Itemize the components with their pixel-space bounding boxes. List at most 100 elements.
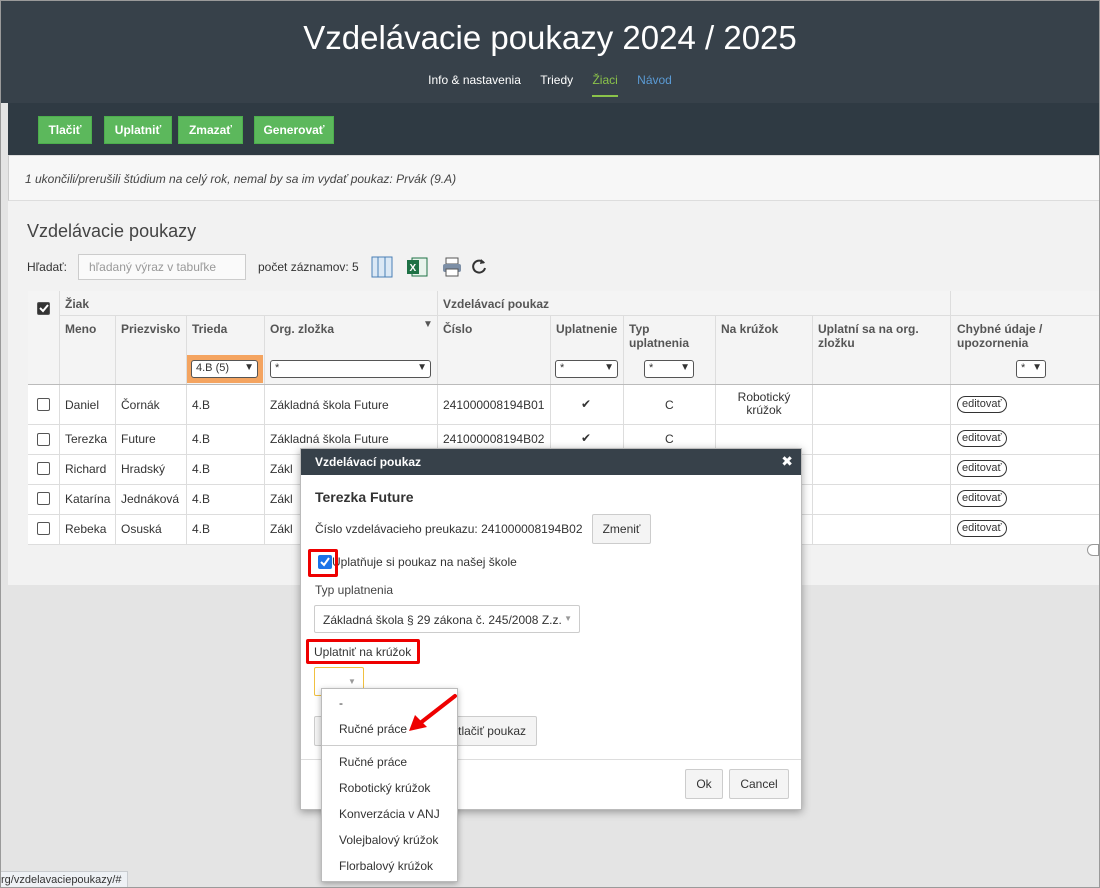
option-rucne-prace[interactable]: Ručné práce xyxy=(339,722,407,736)
arrow-annotation-icon xyxy=(409,694,457,731)
cell-trieda: 4.B xyxy=(192,398,211,412)
filter-uplatnenie[interactable]: * ▼ xyxy=(555,360,618,378)
uplatnuje-label: Uplatňuje si poukaz na našej škole xyxy=(332,555,517,569)
cell-trieda: 4.B xyxy=(192,522,211,536)
svg-text:X: X xyxy=(410,263,417,274)
option-florbal[interactable]: Florbalový krúžok xyxy=(339,859,433,873)
col-kruzok[interactable]: Na krúžok xyxy=(721,322,778,336)
generate-button[interactable]: Generovať xyxy=(254,116,334,144)
cell-priezvisko: Future xyxy=(121,432,156,446)
row-checkbox[interactable] xyxy=(37,433,50,446)
cell-org: Zákl xyxy=(270,522,293,536)
printer-icon[interactable] xyxy=(441,256,463,278)
cell-meno: Katarína xyxy=(65,492,111,506)
cell-typ: C xyxy=(665,432,674,446)
col-org[interactable]: Org. zložka xyxy=(270,322,334,336)
filter-chybne[interactable]: * ▼ xyxy=(1016,360,1046,378)
notice-bar: 1 ukončili/prerušili štúdium na celý rok… xyxy=(8,155,1099,201)
option-empty[interactable]: - xyxy=(339,696,343,710)
action-toolbar: Tlačiť Uplatniť Zmazať Generovať xyxy=(8,103,1099,155)
refresh-icon[interactable] xyxy=(470,257,488,275)
nav-ziaci[interactable]: Žiaci xyxy=(592,73,618,97)
cell-cislo: 241000008194B01 xyxy=(443,398,545,412)
edit-button[interactable]: editovať xyxy=(957,520,1007,537)
cell-priezvisko: Čornák xyxy=(121,398,160,412)
cell-meno: Daniel xyxy=(65,398,100,412)
record-count: počet záznamov: 5 xyxy=(258,260,359,274)
option-rucne-prace[interactable]: Ručné práce xyxy=(339,755,407,769)
col-uplatnenie[interactable]: Uplatnenie xyxy=(556,322,617,336)
group-poukaz: Vzdelávací poukaz xyxy=(443,297,550,311)
print-button[interactable]: Tlačiť xyxy=(38,116,92,144)
ok-button[interactable]: Ok xyxy=(685,769,723,799)
row-checkbox[interactable] xyxy=(37,492,50,505)
cell-org: Základná škola Future xyxy=(270,398,389,412)
cell-priezvisko: Jednáková xyxy=(121,492,180,506)
status-bar: rg/vzdelavaciepoukazy/# xyxy=(0,871,129,888)
edit-button[interactable]: editovať xyxy=(957,396,1007,413)
card-number: Číslo vzdelávacieho preukazu: 2410000081… xyxy=(315,522,583,536)
highlight-box xyxy=(308,549,338,577)
app-header: Vzdelávacie poukazy 2024 / 2025 Info & n… xyxy=(1,1,1099,103)
edit-button[interactable]: editovať xyxy=(957,460,1007,477)
cell-priezvisko: Osuská xyxy=(121,522,162,536)
cell-meno: Rebeka xyxy=(65,522,107,536)
section-title: Vzdelávacie poukazy xyxy=(27,221,197,241)
filter-typ[interactable]: * ▼ xyxy=(644,360,694,378)
row-checkbox[interactable] xyxy=(37,462,50,475)
group-ziak: Žiak xyxy=(65,297,90,311)
cell-trieda: 4.B xyxy=(192,462,211,476)
delete-button[interactable]: Zmazať xyxy=(178,116,243,144)
option-volejbal[interactable]: Volejbalový krúžok xyxy=(339,833,438,847)
excel-icon[interactable]: X xyxy=(406,256,428,278)
cell-trieda: 4.B xyxy=(192,432,211,446)
cell-org: Zákl xyxy=(270,462,293,476)
cell-trieda: 4.B xyxy=(192,492,211,506)
change-button[interactable]: Zmeniť xyxy=(592,514,651,544)
filter-org[interactable]: * ▼ xyxy=(270,360,431,378)
typ-select[interactable]: Základná škola § 29 zákona č. 245/2008 Z… xyxy=(314,605,580,633)
highlight-box xyxy=(306,639,420,664)
cancel-button[interactable]: Cancel xyxy=(729,769,789,799)
columns-icon[interactable] xyxy=(371,256,393,278)
nav-triedy[interactable]: Triedy xyxy=(540,73,573,95)
apply-button[interactable]: Uplatniť xyxy=(104,116,172,144)
check-icon: ✔ xyxy=(581,431,592,445)
col-priezvisko[interactable]: Priezvisko xyxy=(121,322,180,336)
student-name: Terezka Future xyxy=(315,489,414,505)
close-icon[interactable]: ✖ xyxy=(781,453,793,470)
main-nav: Info & nastavenia Triedy Žiaci Návod xyxy=(1,73,1099,97)
cell-org: Základná škola Future xyxy=(270,432,389,446)
option-roboticky[interactable]: Robotický krúžok xyxy=(339,781,430,795)
search-label: Hľadať: xyxy=(27,260,68,274)
select-all-checkbox[interactable] xyxy=(37,302,50,315)
cell-cislo: 241000008194B02 xyxy=(443,432,545,446)
col-typ[interactable]: Typ uplatnenia xyxy=(629,322,699,350)
col-meno[interactable]: Meno xyxy=(65,322,96,336)
col-cislo[interactable]: Číslo xyxy=(443,322,472,336)
filter-trieda[interactable]: 4.B (5) ▼ xyxy=(191,360,258,378)
row-checkbox[interactable] xyxy=(37,398,50,411)
check-icon: ✔ xyxy=(581,397,592,411)
chevron-down-icon: ▼ xyxy=(348,677,356,686)
col-trieda[interactable]: Trieda xyxy=(192,322,227,336)
dialog-title: Vzdelávací poukaz xyxy=(315,455,422,469)
cell-priezvisko: Hradský xyxy=(121,462,166,476)
cell-org: Zákl xyxy=(270,492,293,506)
edit-button[interactable]: editovať xyxy=(957,490,1007,507)
col-chybne[interactable]: Chybné údaje / upozornenia xyxy=(957,322,1077,350)
chevron-down-icon: ▼ xyxy=(564,614,572,623)
page-title: Vzdelávacie poukazy 2024 / 2025 xyxy=(303,19,797,56)
col-uplatni-org[interactable]: Uplatní sa na org. zložku xyxy=(818,322,948,350)
nav-info[interactable]: Info & nastavenia xyxy=(428,73,521,95)
row-checkbox[interactable] xyxy=(37,522,50,535)
cell-kruzok: Robotický krúžok xyxy=(737,390,791,417)
cell-meno: Richard xyxy=(65,462,107,476)
scroll-handle[interactable] xyxy=(1087,544,1099,556)
edit-button[interactable]: editovať xyxy=(957,430,1007,447)
typ-label: Typ uplatnenia xyxy=(315,583,394,597)
notice-text: 1 ukončili/prerušili štúdium na celý rok… xyxy=(25,172,457,186)
search-input[interactable]: hľadaný výraz v tabuľke xyxy=(78,254,246,280)
nav-navod[interactable]: Návod xyxy=(637,73,672,95)
option-konverzacia[interactable]: Konverzácia v ANJ xyxy=(339,807,440,821)
